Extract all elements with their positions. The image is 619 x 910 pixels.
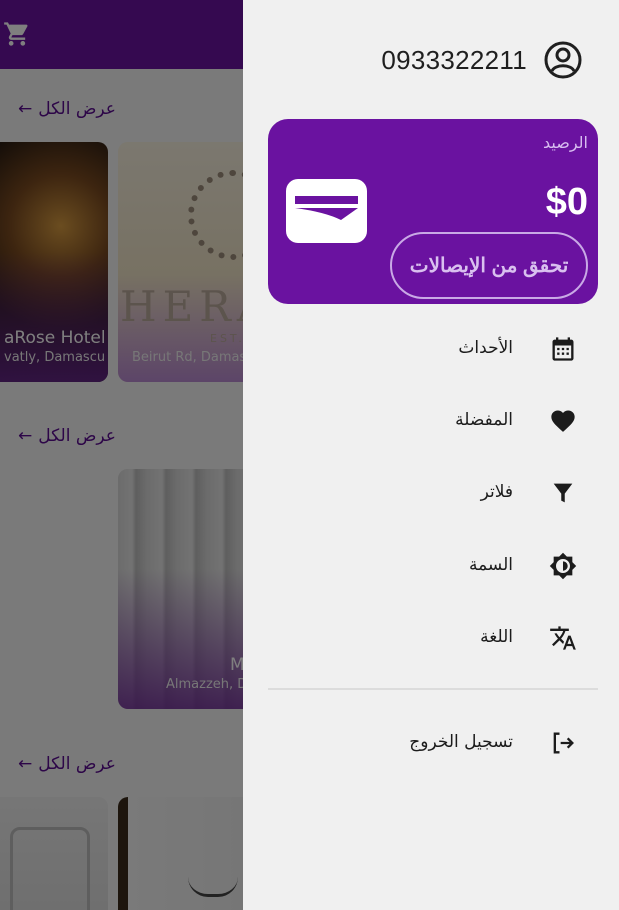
menu-item-label: اللغة — [480, 627, 513, 647]
check-receipts-button[interactable]: تحقق من الإيصالات — [390, 232, 588, 299]
filter-icon — [553, 483, 573, 503]
menu-divider — [268, 688, 598, 690]
menu-item-favorites[interactable]: المفضلة — [243, 392, 619, 448]
logout-icon — [553, 732, 574, 754]
menu-item-label: السمة — [468, 555, 513, 575]
wallet-icon — [286, 179, 367, 243]
translate-icon — [550, 626, 576, 650]
menu-item-events[interactable]: الأحداث — [243, 320, 619, 376]
menu-item-label: تسجيل الخروج — [409, 732, 513, 752]
menu-item-label: فلاتر — [480, 482, 513, 502]
menu-item-label: المفضلة — [455, 410, 513, 430]
balance-label: الرصيد — [543, 133, 588, 152]
menu-item-logout[interactable]: تسجيل الخروج — [243, 714, 619, 770]
calendar-icon — [552, 337, 574, 361]
user-phone: 0933322211 — [381, 44, 527, 75]
balance-amount: $0 — [545, 181, 588, 223]
menu-item-language[interactable]: اللغة — [243, 609, 619, 665]
heart-icon — [551, 410, 575, 432]
balance-card: الرصيد $0 تحقق من الإيصالات — [268, 119, 598, 304]
account-circle-icon[interactable] — [543, 40, 583, 80]
menu-item-filters[interactable]: فلاتر — [243, 464, 619, 520]
theme-icon — [549, 552, 577, 580]
navigation-drawer: 0933322211 الرصيد $0 تحقق من الإيصالات ا… — [243, 0, 619, 910]
user-header: 0933322211 — [381, 40, 583, 80]
menu-item-theme[interactable]: السمة — [243, 537, 619, 593]
menu-item-label: الأحداث — [458, 338, 513, 358]
